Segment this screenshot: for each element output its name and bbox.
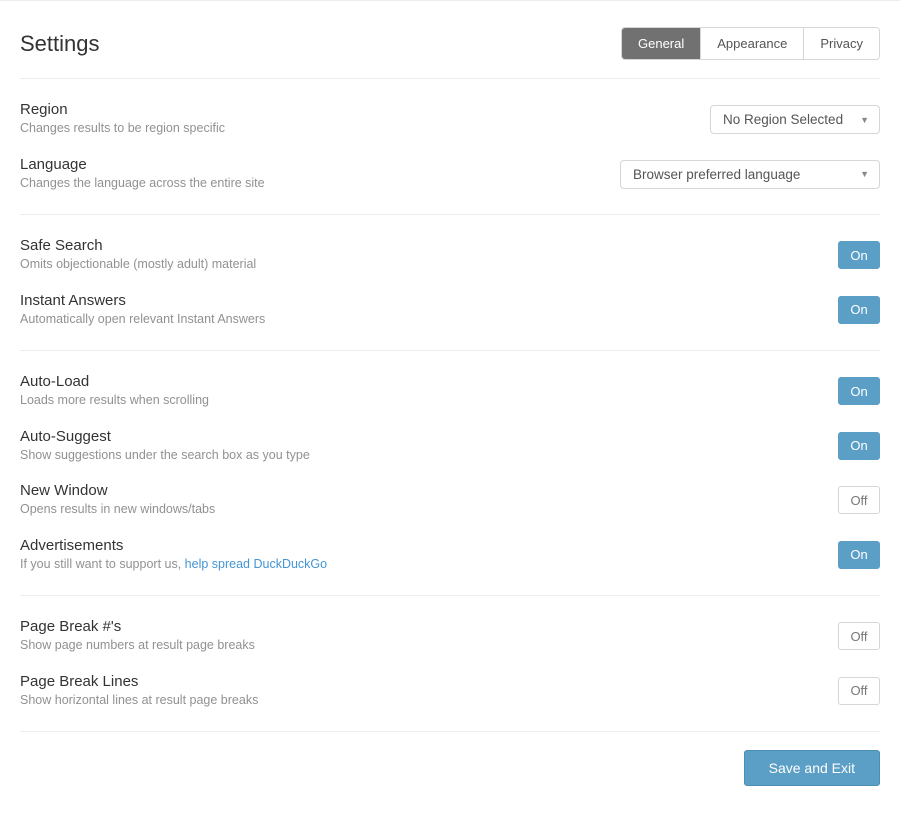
settings-tabs: General Appearance Privacy — [621, 27, 880, 60]
page-break-lines-title: Page Break Lines — [20, 673, 818, 690]
footer: Save and Exit — [20, 731, 880, 786]
auto-suggest-title: Auto-Suggest — [20, 428, 818, 445]
chevron-down-icon: ▼ — [860, 115, 869, 125]
group-locale: Region Changes results to be region spec… — [20, 79, 880, 214]
advertisements-desc-prefix: If you still want to support us, — [20, 557, 185, 571]
auto-load-desc: Loads more results when scrolling — [20, 392, 818, 410]
row-safe-search: Safe Search Omits objectionable (mostly … — [20, 229, 880, 282]
region-select-value: No Region Selected — [723, 112, 843, 127]
page-title: Settings — [20, 31, 100, 57]
tab-privacy[interactable]: Privacy — [803, 28, 879, 59]
row-page-break-nums: Page Break #'s Show page numbers at resu… — [20, 610, 880, 663]
row-region: Region Changes results to be region spec… — [20, 93, 880, 146]
auto-suggest-desc: Show suggestions under the search box as… — [20, 447, 818, 465]
row-new-window: New Window Opens results in new windows/… — [20, 472, 880, 527]
tab-appearance[interactable]: Appearance — [700, 28, 803, 59]
save-and-exit-button[interactable]: Save and Exit — [744, 750, 880, 786]
row-page-break-lines: Page Break Lines Show horizontal lines a… — [20, 663, 880, 718]
new-window-title: New Window — [20, 482, 818, 499]
group-pagebreak: Page Break #'s Show page numbers at resu… — [20, 596, 880, 731]
region-desc: Changes results to be region specific — [20, 120, 690, 138]
group-safety: Safe Search Omits objectionable (mostly … — [20, 215, 880, 350]
help-spread-link[interactable]: help spread DuckDuckGo — [185, 557, 327, 571]
region-select[interactable]: No Region Selected ▼ — [710, 105, 880, 134]
settings-header: Settings General Appearance Privacy — [20, 15, 880, 78]
advertisements-title: Advertisements — [20, 537, 818, 554]
row-advertisements: Advertisements If you still want to supp… — [20, 527, 880, 582]
page-break-lines-toggle[interactable]: Off — [838, 677, 880, 705]
page-break-nums-desc: Show page numbers at result page breaks — [20, 637, 818, 655]
instant-answers-desc: Automatically open relevant Instant Answ… — [20, 311, 818, 329]
page-break-lines-desc: Show horizontal lines at result page bre… — [20, 692, 818, 710]
new-window-desc: Opens results in new windows/tabs — [20, 501, 818, 519]
page-break-nums-title: Page Break #'s — [20, 618, 818, 635]
auto-load-title: Auto-Load — [20, 373, 818, 390]
new-window-toggle[interactable]: Off — [838, 486, 880, 514]
chevron-down-icon: ▼ — [860, 169, 869, 179]
language-select-value: Browser preferred language — [633, 167, 800, 182]
row-language: Language Changes the language across the… — [20, 146, 880, 201]
auto-load-toggle[interactable]: On — [838, 377, 880, 405]
language-desc: Changes the language across the entire s… — [20, 175, 600, 193]
tab-general[interactable]: General — [622, 28, 700, 59]
instant-answers-toggle[interactable]: On — [838, 296, 880, 324]
language-title: Language — [20, 156, 600, 173]
safe-search-desc: Omits objectionable (mostly adult) mater… — [20, 256, 818, 274]
advertisements-desc: If you still want to support us, help sp… — [20, 556, 818, 574]
row-auto-load: Auto-Load Loads more results when scroll… — [20, 365, 880, 418]
page-break-nums-toggle[interactable]: Off — [838, 622, 880, 650]
row-auto-suggest: Auto-Suggest Show suggestions under the … — [20, 418, 880, 473]
safe-search-toggle[interactable]: On — [838, 241, 880, 269]
row-instant-answers: Instant Answers Automatically open relev… — [20, 282, 880, 337]
language-select[interactable]: Browser preferred language ▼ — [620, 160, 880, 189]
instant-answers-title: Instant Answers — [20, 292, 818, 309]
safe-search-title: Safe Search — [20, 237, 818, 254]
advertisements-toggle[interactable]: On — [838, 541, 880, 569]
auto-suggest-toggle[interactable]: On — [838, 432, 880, 460]
region-title: Region — [20, 101, 690, 118]
group-results: Auto-Load Loads more results when scroll… — [20, 351, 880, 595]
